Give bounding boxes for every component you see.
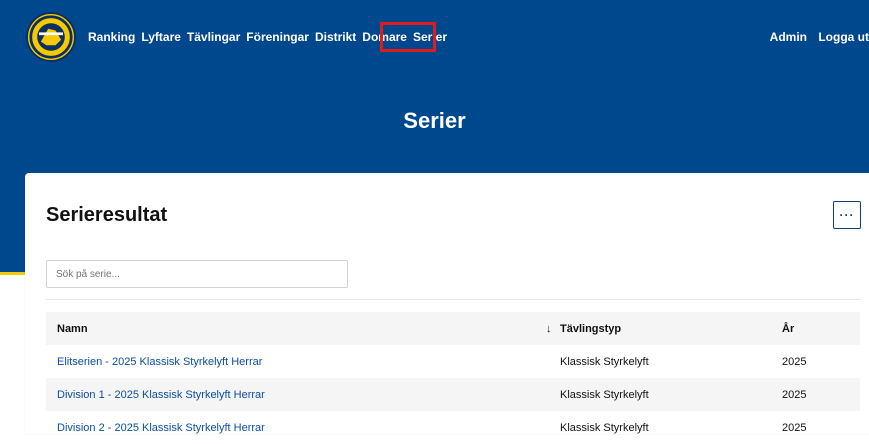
active-nav-highlight: [380, 22, 436, 52]
federation-logo[interactable]: [26, 12, 76, 62]
series-link[interactable]: Division 2 - 2025 Klassisk Styrkelyft He…: [57, 422, 265, 434]
competition-type-cell: Klassisk Styrkelyft: [560, 421, 649, 434]
nav-item-tavlingar[interactable]: Tävlingar: [187, 30, 240, 45]
nav-item-ranking[interactable]: Ranking: [88, 30, 135, 45]
logo-emblem-icon: [29, 15, 73, 59]
user-menu: Admin Logga ut: [762, 30, 869, 44]
admin-link[interactable]: Admin: [770, 30, 807, 44]
competition-type-cell: Klassisk Styrkelyft: [560, 388, 649, 401]
year-cell: 2025: [782, 421, 807, 434]
more-options-button[interactable]: ···: [833, 201, 861, 229]
nav-item-lyftare[interactable]: Lyftare: [141, 30, 181, 45]
nav-item-foreningar[interactable]: Föreningar: [246, 30, 309, 45]
card-title: Serieresultat: [46, 204, 168, 226]
more-icon: ···: [839, 208, 855, 222]
page-title: Serier: [403, 108, 466, 133]
year-cell: 2025: [782, 388, 807, 401]
search-input[interactable]: [46, 260, 348, 288]
logout-link[interactable]: Logga ut: [818, 30, 869, 44]
table-header-row: Namn ↓ Tävlingstyp År: [46, 312, 860, 345]
series-link[interactable]: Division 1 - 2025 Klassisk Styrkelyft He…: [57, 389, 265, 401]
column-header-type[interactable]: Tävlingstyp: [560, 323, 782, 335]
year-cell: 2025: [782, 355, 807, 368]
sort-down-icon[interactable]: ↓: [546, 323, 560, 335]
column-header-year[interactable]: År: [782, 323, 860, 335]
competition-type-cell: Klassisk Styrkelyft: [560, 355, 649, 368]
table-row[interactable]: Division 1 - 2025 Klassisk Styrkelyft He…: [46, 378, 860, 411]
table-row[interactable]: Elitserien - 2025 Klassisk Styrkelyft He…: [46, 345, 860, 378]
table-row[interactable]: Division 2 - 2025 Klassisk Styrkelyft He…: [46, 411, 860, 444]
nav-item-distrikt[interactable]: Distrikt: [315, 30, 356, 45]
series-link[interactable]: Elitserien - 2025 Klassisk Styrkelyft He…: [57, 356, 262, 368]
divider: [46, 299, 860, 300]
series-table: Namn ↓ Tävlingstyp År Elitserien - 2025 …: [46, 312, 860, 444]
series-results-card: Serieresultat ··· Namn ↓ Tävlingstyp År …: [25, 173, 869, 434]
column-header-name[interactable]: Namn: [46, 323, 546, 335]
